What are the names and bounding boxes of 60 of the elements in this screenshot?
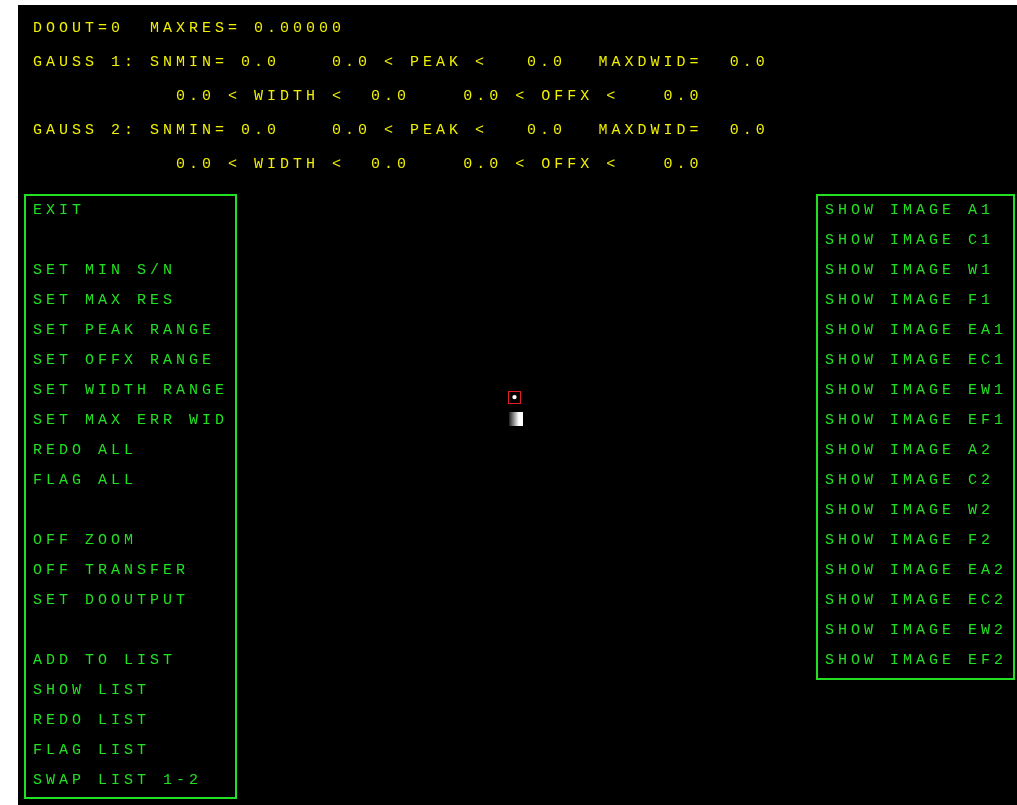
menu-item[interactable]: SHOW IMAGE EA2 [825, 556, 1008, 586]
menu-item[interactable]: REDO LIST [33, 706, 150, 736]
menu-item[interactable]: SHOW IMAGE F2 [825, 526, 995, 556]
menu-item[interactable]: SET PEAK RANGE [33, 316, 216, 346]
range-label: 0.0 < WIDTH < [176, 87, 346, 105]
status-value: 0.0 [241, 53, 280, 71]
range-label: 0.0 < PEAK < [332, 121, 489, 139]
menu-item[interactable]: SHOW IMAGE EF1 [825, 406, 1008, 436]
range-label: 0.0 < PEAK < [332, 53, 489, 71]
menu-item[interactable]: EXIT [33, 196, 85, 226]
status-label: MAXDWID= [598, 121, 703, 139]
status-value: 0.0 [527, 121, 566, 139]
status-field: DOOUT=0 [33, 19, 124, 37]
menu-item[interactable]: SHOW IMAGE C1 [825, 226, 995, 256]
status-value: 0.0 [527, 53, 566, 71]
menu-item[interactable]: SHOW IMAGE A1 [825, 196, 995, 226]
gauss-label: GAUSS 1: [33, 53, 137, 71]
menu-item[interactable]: SHOW IMAGE F1 [825, 286, 995, 316]
status-value: 0.0 [729, 53, 769, 71]
menu-item[interactable]: FLAG LIST [33, 736, 150, 766]
cursor-marker-icon [508, 391, 521, 404]
menu-item[interactable]: SET DOOUTPUT [33, 586, 190, 616]
gradient-swatch-icon [509, 412, 523, 426]
status-value: 0.0 [663, 155, 703, 173]
status-value: 0.0 [371, 155, 410, 173]
menu-item[interactable]: SHOW IMAGE EW1 [825, 376, 1008, 406]
menu-item[interactable]: SHOW IMAGE EC2 [825, 586, 1008, 616]
range-label: 0.0 < OFFX < [463, 155, 620, 173]
range-label: 0.0 < WIDTH < [176, 155, 346, 173]
menu-item[interactable]: SHOW IMAGE C2 [825, 466, 995, 496]
status-value: 0.0 [663, 87, 703, 105]
menu-item[interactable]: REDO ALL [33, 436, 137, 466]
menu-item[interactable]: SHOW IMAGE EF2 [825, 646, 1008, 676]
menu-item[interactable]: SET WIDTH RANGE [33, 376, 229, 406]
menu-item[interactable]: SET OFFX RANGE [33, 346, 216, 376]
status-label: MAXRES= [150, 19, 241, 37]
status-value: 0.0 [241, 121, 280, 139]
menu-item[interactable]: SHOW IMAGE EW2 [825, 616, 1008, 646]
menu-item[interactable]: SHOW IMAGE EC1 [825, 346, 1008, 376]
gauss-label: GAUSS 2: [33, 121, 137, 139]
menu-item[interactable]: FLAG ALL [33, 466, 137, 496]
status-value: 0.00000 [254, 19, 345, 37]
menu-item[interactable]: ADD TO LIST [33, 646, 177, 676]
menu-item[interactable]: SHOW IMAGE A2 [825, 436, 995, 466]
menu-item[interactable]: SHOW LIST [33, 676, 150, 706]
menu-item[interactable]: OFF ZOOM [33, 526, 137, 556]
menu-item[interactable]: SET MAX ERR WID [33, 406, 229, 436]
status-value: 0.0 [371, 87, 410, 105]
menu-item[interactable]: SWAP LIST 1-2 [33, 766, 203, 796]
menu-item[interactable]: OFF TRANSFER [33, 556, 190, 586]
menu-item[interactable]: SET MAX RES [33, 286, 177, 316]
menu-item[interactable]: SHOW IMAGE W2 [825, 496, 995, 526]
status-value: 0.0 [729, 121, 769, 139]
range-label: 0.0 < OFFX < [463, 87, 620, 105]
menu-item[interactable]: SHOW IMAGE EA1 [825, 316, 1008, 346]
menu-item[interactable]: SET MIN S/N [33, 256, 177, 286]
menu-item[interactable]: SHOW IMAGE W1 [825, 256, 995, 286]
status-label: SNMIN= [150, 53, 228, 71]
status-label: SNMIN= [150, 121, 228, 139]
status-label: MAXDWID= [598, 53, 703, 71]
